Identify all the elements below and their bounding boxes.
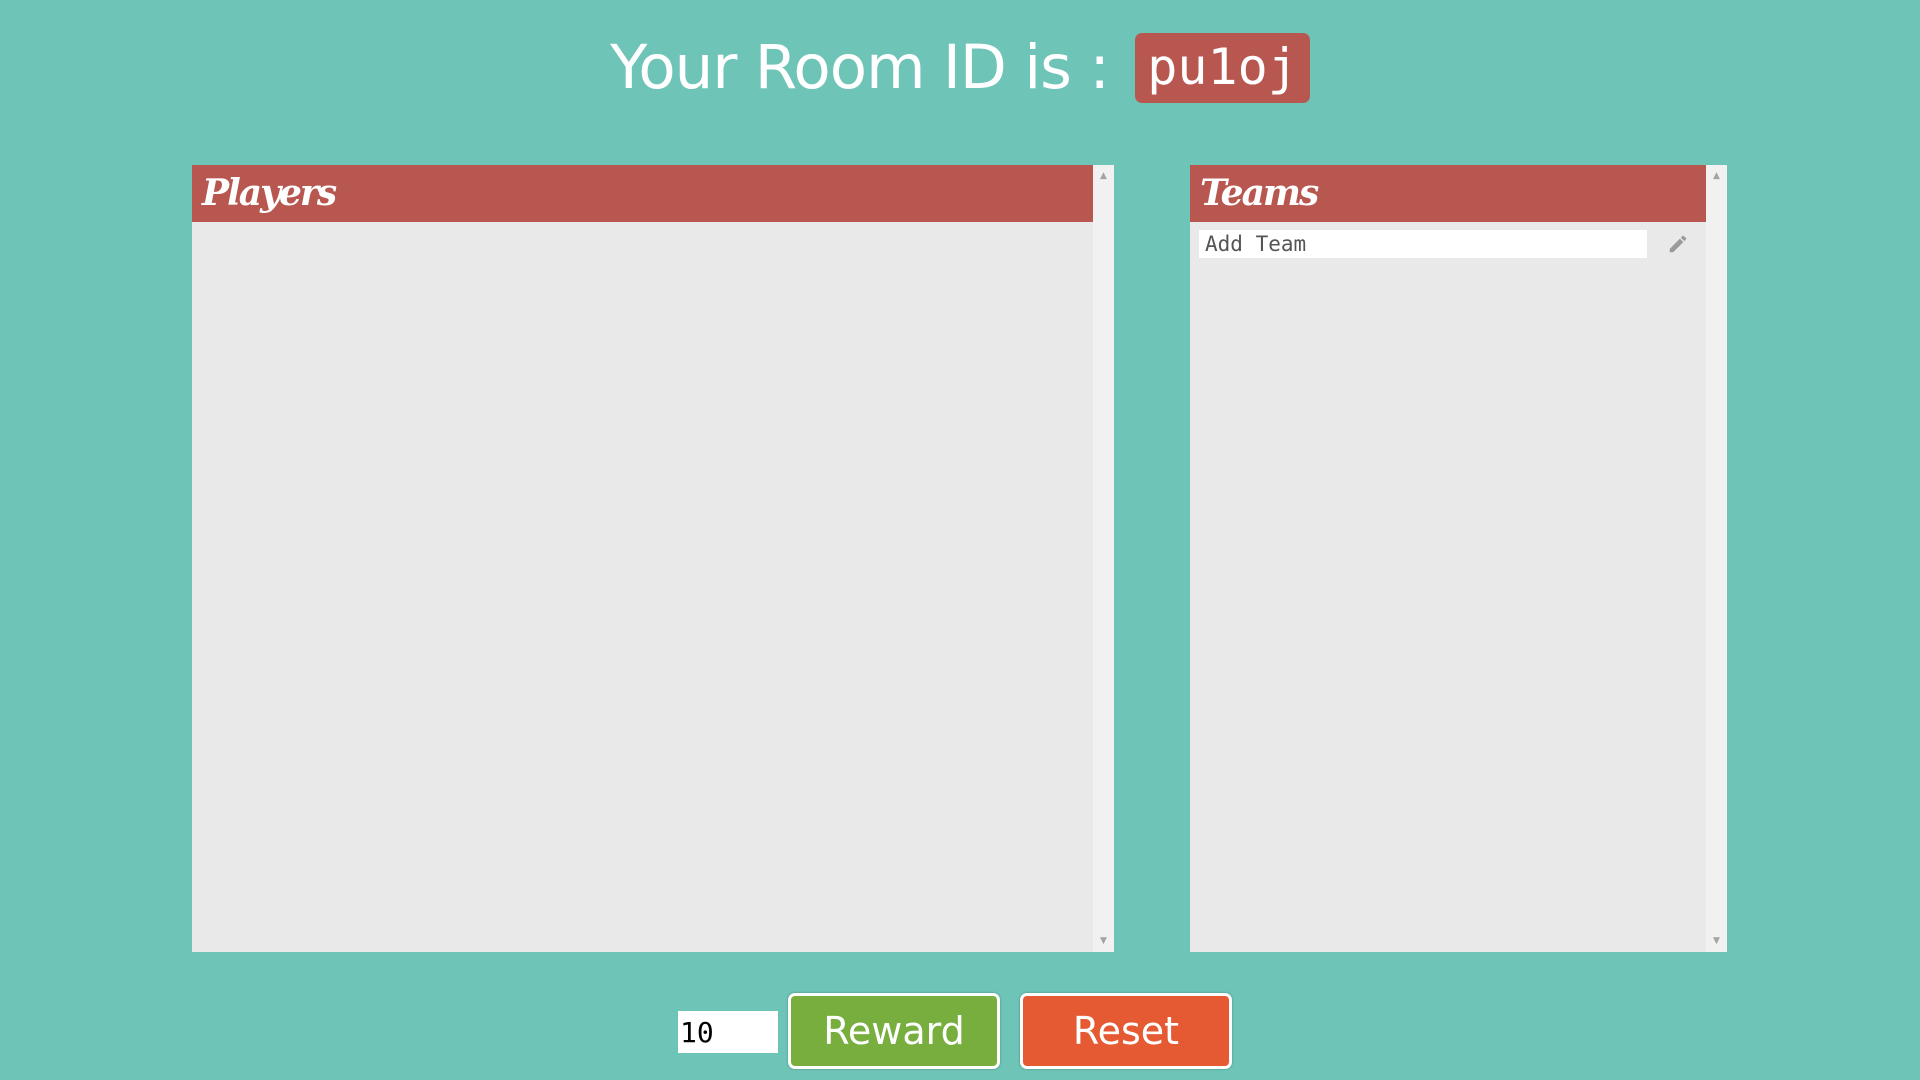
players-panel: Players ▲ ▼ (192, 165, 1114, 952)
reset-button[interactable]: Reset (1020, 993, 1232, 1069)
players-scrollbar[interactable]: ▲ ▼ (1093, 165, 1114, 952)
add-team-row (1199, 230, 1687, 260)
teams-panel: Teams ▲ ▼ (1190, 165, 1727, 952)
scroll-up-arrow-icon[interactable]: ▲ (1093, 167, 1114, 185)
scroll-down-arrow-icon[interactable]: ▼ (1093, 932, 1114, 950)
teams-scrollbar[interactable]: ▲ ▼ (1706, 165, 1727, 952)
players-panel-title: Players (192, 165, 1093, 222)
reward-button[interactable]: Reward (788, 993, 1000, 1069)
room-header: Your Room ID is : pu1oj (0, 30, 1920, 104)
points-input[interactable] (678, 1011, 778, 1053)
pencil-icon[interactable] (1667, 233, 1689, 255)
teams-panel-title: Teams (1190, 165, 1706, 222)
room-id-badge: pu1oj (1135, 33, 1310, 104)
scroll-down-arrow-icon[interactable]: ▼ (1706, 932, 1727, 950)
scroll-up-arrow-icon[interactable]: ▲ (1706, 167, 1727, 185)
add-team-input[interactable] (1199, 230, 1647, 258)
controls-bar: Reward Reset (0, 993, 1920, 1069)
room-id-label: Your Room ID is : (610, 32, 1110, 104)
